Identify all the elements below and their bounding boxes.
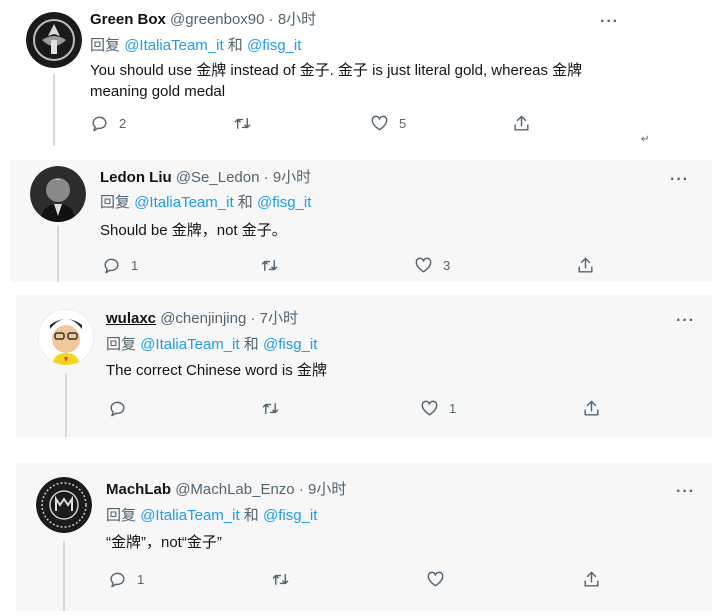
reply-conjunction: 和	[243, 507, 259, 524]
separator-dot: ·	[298, 481, 304, 498]
share-icon	[514, 115, 529, 131]
more-icon[interactable]: ···	[600, 14, 619, 30]
tweet-machlab[interactable]: MachLab @MachLab_Enzo · 9小时 ··· 回复 @Ital…	[16, 463, 712, 611]
replying-to: 回复 @ItaliaTeam_it 和 @fisg_it	[106, 335, 317, 355]
reply-conjunction: 和	[227, 37, 243, 54]
timestamp[interactable]: 9小时	[308, 481, 346, 498]
return-mark: ↵	[641, 134, 650, 145]
tweet-header: Ledon Liu @Se_Ledon · 9小时	[100, 168, 311, 188]
display-name[interactable]: wulaxc	[106, 310, 156, 327]
timestamp[interactable]: 8小时	[278, 11, 316, 28]
like-count: 3	[443, 258, 451, 273]
reply-icon	[110, 572, 125, 588]
replying-to: 回复 @ItaliaTeam_it 和 @fisg_it	[90, 36, 301, 56]
mention-link[interactable]: @ItaliaTeam_it	[140, 507, 239, 524]
thread-line	[63, 541, 65, 611]
mention-link[interactable]: @fisg_it	[257, 194, 311, 211]
mention-link[interactable]: @ItaliaTeam_it	[124, 37, 223, 54]
reply-count: 1	[131, 258, 139, 273]
like-button[interactable]: 1	[420, 399, 456, 418]
tweet-text: You should use 金牌 instead of 金子. 金子 is j…	[90, 62, 583, 100]
reply-icon	[104, 258, 119, 274]
reply-conjunction: 和	[237, 194, 253, 211]
retweet-button[interactable]	[261, 399, 290, 418]
tweet-header: Green Box @greenbox90 · 8小时	[90, 10, 316, 30]
display-name[interactable]: Ledon Liu	[100, 169, 172, 186]
avatar[interactable]	[26, 12, 82, 68]
share-button[interactable]	[576, 256, 595, 275]
reply-count: 1	[137, 572, 145, 587]
tweet-text: Should be 金牌，not 金子。	[100, 222, 287, 239]
like-count: 5	[399, 116, 407, 131]
retweet-button[interactable]	[260, 256, 289, 275]
user-handle[interactable]: @greenbox90	[170, 11, 264, 28]
mention-link[interactable]: @fisg_it	[263, 507, 317, 524]
reply-icon	[110, 401, 125, 417]
reply-prefix: 回复	[106, 507, 137, 524]
replying-to: 回复 @ItaliaTeam_it 和 @fisg_it	[100, 193, 311, 213]
timestamp[interactable]: 9小时	[273, 169, 311, 186]
avatar[interactable]	[30, 166, 86, 222]
reply-button[interactable]: 1	[102, 256, 138, 275]
user-handle[interactable]: @MachLab_Enzo	[175, 481, 294, 498]
share-icon	[584, 571, 599, 587]
avatar[interactable]	[38, 309, 94, 365]
reply-button[interactable]: 1	[108, 570, 144, 589]
reply-prefix: 回复	[106, 336, 137, 353]
display-name[interactable]: Green Box	[90, 11, 166, 28]
avatar[interactable]	[36, 477, 92, 533]
tweet-header: MachLab @MachLab_Enzo · 9小时	[106, 480, 346, 500]
reply-count: 2	[119, 116, 127, 131]
separator-dot: ·	[263, 169, 269, 186]
share-button[interactable]	[582, 570, 601, 589]
display-name[interactable]: MachLab	[106, 481, 171, 498]
share-button[interactable]	[512, 114, 531, 133]
mention-link[interactable]: @ItaliaTeam_it	[140, 336, 239, 353]
tweet-wulaxc[interactable]: wulaxc @chenjinjing · 7小时 ··· 回复 @Italia…	[16, 295, 712, 437]
reply-button[interactable]	[108, 399, 137, 418]
like-count: 1	[449, 401, 457, 416]
tweet-ledon-liu[interactable]: Ledon Liu @Se_Ledon · 9小时 ··· 回复 @Italia…	[10, 160, 712, 282]
reply-prefix: 回复	[90, 37, 121, 54]
share-icon	[584, 400, 599, 416]
thread-line	[65, 373, 67, 437]
retweet-icon	[261, 260, 278, 271]
reply-button[interactable]: 2	[90, 114, 126, 133]
retweet-icon	[272, 574, 289, 585]
thread-line	[57, 226, 59, 282]
user-handle[interactable]: @Se_Ledon	[176, 169, 260, 186]
retweet-icon	[234, 118, 251, 129]
mention-link[interactable]: @fisg_it	[247, 37, 301, 54]
mention-link[interactable]: @ItaliaTeam_it	[134, 194, 233, 211]
tweet-header: wulaxc @chenjinjing · 7小时	[106, 309, 298, 329]
separator-dot: ·	[268, 11, 274, 28]
like-icon	[427, 571, 444, 587]
retweet-icon	[262, 403, 279, 414]
thread-line	[53, 74, 55, 146]
reply-icon	[92, 116, 107, 132]
more-icon[interactable]: ···	[676, 484, 695, 500]
tweet-green-box[interactable]: Green Box @greenbox90 · 8小时 ··· 回复 @Ital…	[10, 0, 635, 146]
tweet-text: “金牌”，not“金子”	[106, 534, 222, 551]
share-button[interactable]	[582, 399, 601, 418]
retweet-button[interactable]	[233, 114, 262, 133]
like-button[interactable]	[426, 570, 455, 589]
reply-conjunction: 和	[243, 336, 259, 353]
like-button[interactable]: 5	[370, 114, 406, 133]
replying-to: 回复 @ItaliaTeam_it 和 @fisg_it	[106, 506, 317, 526]
reply-prefix: 回复	[100, 194, 131, 211]
user-handle[interactable]: @chenjinjing	[160, 310, 246, 327]
like-icon	[415, 257, 432, 273]
mention-link[interactable]: @fisg_it	[263, 336, 317, 353]
tweet-text: The correct Chinese word is 金牌	[106, 362, 327, 379]
like-button[interactable]: 3	[414, 256, 450, 275]
like-icon	[421, 400, 438, 416]
more-icon[interactable]: ···	[676, 313, 695, 329]
separator-dot: ·	[250, 310, 256, 327]
retweet-button[interactable]	[271, 570, 300, 589]
more-icon[interactable]: ···	[670, 172, 689, 188]
timestamp[interactable]: 7小时	[260, 310, 298, 327]
like-icon	[371, 115, 388, 131]
share-icon	[578, 257, 593, 273]
